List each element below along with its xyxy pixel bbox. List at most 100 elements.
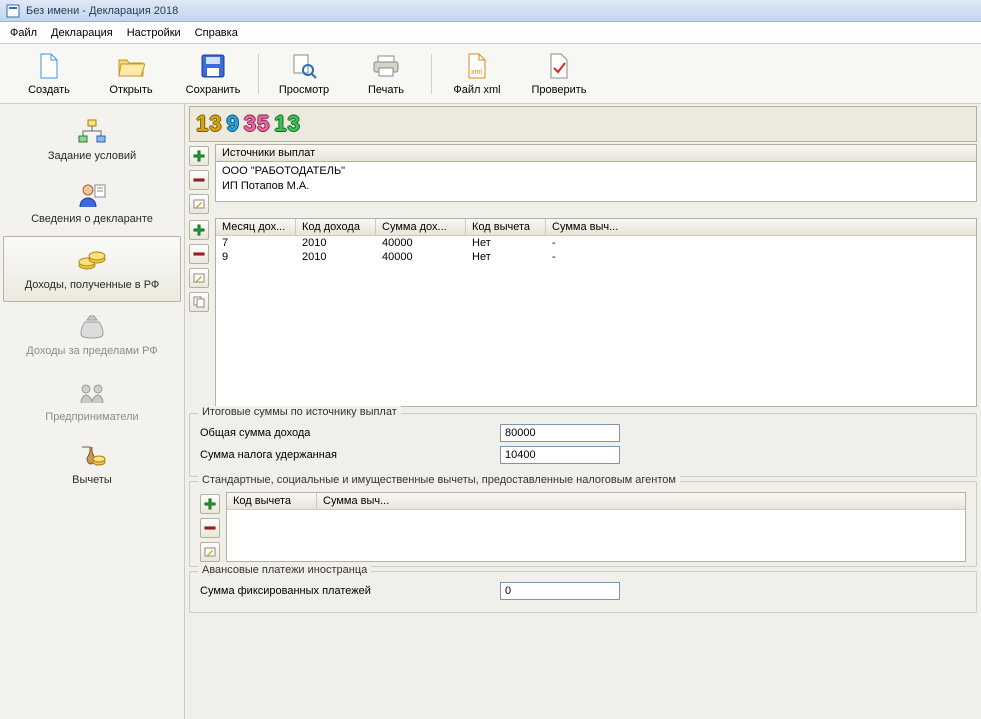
toolbar-check-label: Проверить (531, 84, 586, 96)
nav-income-foreign-label: Доходы за пределами РФ (26, 345, 157, 357)
app-icon (6, 4, 20, 18)
toolbar-separator (431, 54, 432, 94)
menubar: Файл Декларация Настройки Справка (0, 22, 981, 44)
rate-tabs: 13 9 35 13 (189, 106, 977, 142)
col-deduction-code[interactable]: Код вычета (227, 493, 317, 509)
deductions-add-button[interactable] (200, 494, 220, 514)
col-income-sum[interactable]: Сумма дох... (376, 219, 466, 235)
hierarchy-icon (77, 118, 107, 146)
plus-icon (193, 224, 205, 236)
cell-sum: 40000 (376, 250, 466, 264)
cell-code: 2010 (296, 250, 376, 264)
col-income-code[interactable]: Код дохода (296, 219, 376, 235)
toolbar-preview-button[interactable]: Просмотр (263, 47, 345, 101)
nav-declarant[interactable]: Сведения о декларанте (0, 170, 184, 236)
rate-tab-13b[interactable]: 13 (274, 111, 300, 137)
plus-icon (193, 150, 205, 162)
totals-groupbox: Итоговые суммы по источнику выплат Общая… (189, 413, 977, 477)
nav-conditions[interactable]: Задание условий (0, 110, 184, 170)
titlebar: Без имени - Декларация 2018 (0, 0, 981, 22)
menu-settings[interactable]: Настройки (127, 27, 181, 39)
money-bag-icon (79, 313, 105, 341)
handshake-icon (77, 379, 107, 407)
nav-deductions[interactable]: Вычеты (0, 434, 184, 494)
deductions-remove-button[interactable] (200, 518, 220, 538)
toolbar-open-button[interactable]: Открыть (90, 47, 172, 101)
income-add-button[interactable] (189, 220, 209, 240)
printer-icon (372, 52, 400, 80)
rate-tab-9[interactable]: 9 (226, 111, 239, 137)
agent-deductions-table[interactable]: Код вычета Сумма выч... (226, 492, 966, 562)
edit-card-icon (204, 546, 216, 558)
new-file-icon (37, 52, 61, 80)
xml-file-icon: xml (465, 52, 489, 80)
sources-side-buttons (189, 144, 211, 214)
content-area: 13 9 35 13 Источники выплат ООО (185, 104, 981, 719)
copy-icon (193, 296, 205, 308)
sources-list[interactable]: ООО "РАБОТОДАТЕЛЬ" ИП Потапов М.А. (215, 162, 977, 202)
coins-icon (77, 247, 107, 275)
menu-help[interactable]: Справка (195, 27, 238, 39)
sources-header: Источники выплат (215, 144, 977, 162)
nav-declarant-label: Сведения о декларанте (31, 213, 153, 225)
nav-income-rf[interactable]: Доходы, полученные в РФ (3, 236, 181, 302)
nav-conditions-label: Задание условий (48, 150, 136, 162)
menu-declaration[interactable]: Декларация (51, 27, 113, 39)
sources-remove-button[interactable] (189, 170, 209, 190)
income-side-buttons (189, 218, 211, 407)
table-row[interactable]: 9 2010 40000 Нет - (216, 250, 976, 264)
toolbar-open-label: Открыть (109, 84, 152, 96)
preview-magnifier-icon (291, 52, 317, 80)
toolbar-xml-button[interactable]: xml Файл xml (436, 47, 518, 101)
tax-withheld-input[interactable] (500, 446, 620, 464)
toolbar-create-button[interactable]: Создать (8, 47, 90, 101)
rate-tab-35[interactable]: 35 (244, 111, 270, 137)
save-floppy-icon (200, 52, 226, 80)
toolbar-print-button[interactable]: Печать (345, 47, 427, 101)
cell-sum: 40000 (376, 236, 466, 250)
sources-edit-button[interactable] (189, 194, 209, 214)
sources-add-button[interactable] (189, 146, 209, 166)
income-copy-button[interactable] (189, 292, 209, 312)
rate-tab-13a[interactable]: 13 (196, 111, 222, 137)
col-deduction-sum[interactable]: Сумма выч... (546, 219, 636, 235)
agent-deductions-legend: Стандартные, социальные и имущественные … (198, 474, 680, 486)
advance-input[interactable] (500, 582, 620, 600)
table-row[interactable]: 7 2010 40000 Нет - (216, 236, 976, 250)
income-edit-button[interactable] (189, 268, 209, 288)
toolbar-preview-label: Просмотр (279, 84, 329, 96)
advance-label: Сумма фиксированных платежей (200, 585, 490, 597)
total-income-label: Общая сумма дохода (200, 427, 490, 439)
source-row[interactable]: ИП Потапов М.А. (222, 179, 970, 194)
nav-entrepreneurs: Предприниматели (0, 368, 184, 434)
nav-income-foreign: Доходы за пределами РФ (0, 302, 184, 368)
income-table-body[interactable]: 7 2010 40000 Нет - 9 2010 40000 Нет - (216, 236, 976, 406)
col-month[interactable]: Месяц дох... (216, 219, 296, 235)
svg-text:xml: xml (471, 69, 482, 76)
totals-legend: Итоговые суммы по источнику выплат (198, 406, 401, 418)
toolbar-check-button[interactable]: Проверить (518, 47, 600, 101)
toolbar-print-label: Печать (368, 84, 404, 96)
total-income-input[interactable] (500, 424, 620, 442)
toolbar-save-label: Сохранить (186, 84, 241, 96)
open-folder-icon (117, 52, 145, 80)
income-remove-button[interactable] (189, 244, 209, 264)
side-navigation: Задание условий Сведения о декларанте До… (0, 104, 185, 719)
toolbar-save-button[interactable]: Сохранить (172, 47, 254, 101)
source-row[interactable]: ООО "РАБОТОДАТЕЛЬ" (222, 164, 970, 179)
col-deduction-code[interactable]: Код вычета (466, 219, 546, 235)
minus-icon (193, 174, 205, 186)
vase-coins-icon (77, 442, 107, 470)
income-table-header: Месяц дох... Код дохода Сумма дох... Код… (216, 219, 976, 236)
check-file-icon (547, 52, 571, 80)
deductions-edit-button[interactable] (200, 542, 220, 562)
edit-card-icon (193, 198, 205, 210)
cell-dedsum: - (546, 236, 636, 250)
menu-file[interactable]: Файл (10, 27, 37, 39)
deductions-side-buttons (200, 492, 222, 562)
advance-legend: Авансовые платежи иностранца (198, 564, 371, 576)
cell-dedcode: Нет (466, 236, 546, 250)
col-deduction-sum[interactable]: Сумма выч... (317, 493, 417, 509)
minus-icon (193, 248, 205, 260)
cell-dedcode: Нет (466, 250, 546, 264)
